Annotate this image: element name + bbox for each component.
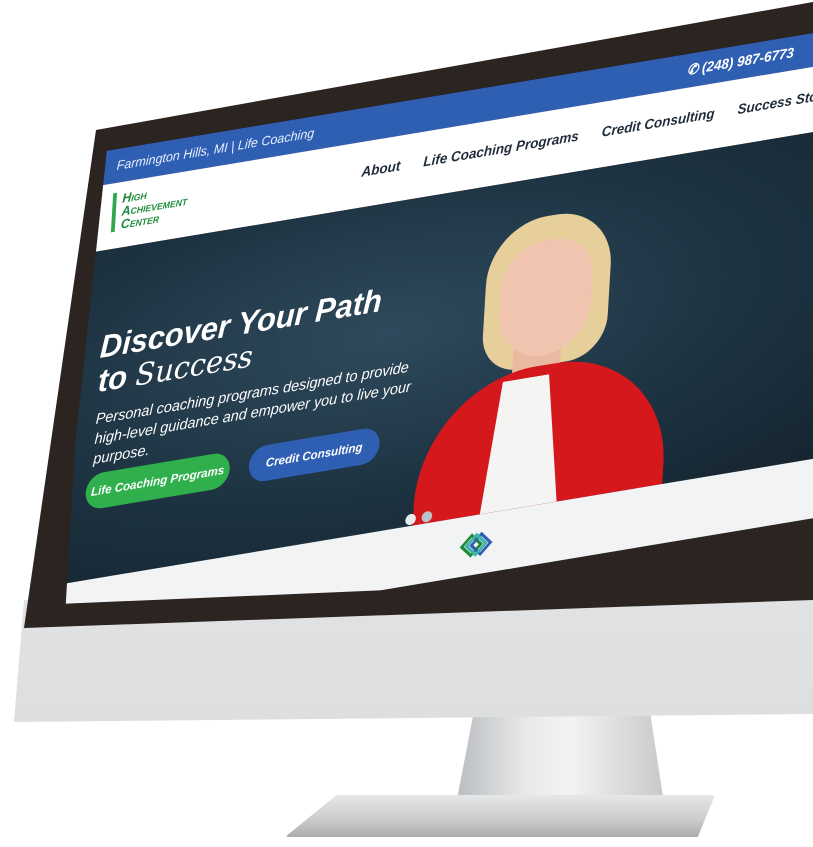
- slider-dot-2[interactable]: [421, 510, 433, 524]
- phone-icon: ✆: [686, 60, 699, 78]
- nav-item-credit-consulting[interactable]: Credit Consulting: [601, 105, 715, 140]
- phone-number: (248) 987-6773: [701, 44, 795, 76]
- monitor: Farmington Hills, MI | Life Coaching ✆ (…: [0, 0, 813, 847]
- nav-item-about[interactable]: About: [361, 157, 401, 179]
- monitor-stand-base: [285, 795, 715, 837]
- hero-portrait: [412, 194, 680, 526]
- nav-item-life-coaching[interactable]: Life Coaching Programs: [423, 128, 579, 170]
- nav-item-success-stories[interactable]: Success Stor: [737, 87, 813, 117]
- site-logo[interactable]: High Achievement Center: [110, 180, 189, 233]
- diamond-logo-icon: [459, 531, 493, 558]
- hero-title-prefix: to: [97, 356, 137, 399]
- slider-dot-1[interactable]: [404, 513, 417, 526]
